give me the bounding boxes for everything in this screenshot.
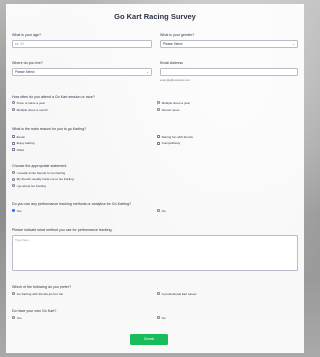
submit-button[interactable]: Submit [130, 334, 168, 345]
option-label: Competitively [161, 141, 181, 146]
option-label: Racing fun with friends [161, 134, 193, 139]
email-input[interactable] [160, 68, 298, 76]
prefer-label: Which of the following do you prefer? [12, 285, 72, 289]
option-label: Exotic [16, 134, 26, 139]
survey-form-card: Go Kart Racing Survey What is your age? … [6, 4, 304, 353]
option-label: Multiple times a month [16, 107, 48, 112]
chevron-down-icon: ⌄ [146, 70, 149, 74]
location-select[interactable]: Please Select ⌄ [12, 68, 152, 76]
radio-button[interactable] [157, 316, 161, 320]
checkbox[interactable] [12, 148, 16, 152]
email-label: Email Address [160, 61, 183, 65]
location-select-value: Please Select [15, 70, 35, 74]
option-label: Multiple times a year [161, 100, 190, 105]
option-label: Almost never [161, 107, 180, 112]
radio-button[interactable] [12, 184, 16, 188]
radio-button[interactable] [12, 177, 16, 181]
option-label: I go alone Go Karting [16, 183, 46, 188]
checkbox[interactable] [12, 141, 16, 145]
option-label: Enjoy karting [16, 141, 35, 146]
option-label: A professional kart career [161, 291, 197, 296]
performance-label: Do you use any performance tracking meth… [12, 202, 132, 206]
gender-label: What is your gender? [160, 33, 195, 37]
gender-select-value: Please Select [163, 42, 183, 46]
option-label: Yes [16, 315, 22, 320]
option-label: No [161, 208, 166, 213]
statement-label: Choose the appropriate statement. [12, 164, 68, 168]
radio-button[interactable] [157, 209, 161, 213]
option-label: No [161, 315, 166, 320]
option-label: Once or twice a year [16, 100, 45, 105]
option-label: I usually invite friends to Go Karting [16, 170, 66, 175]
checkbox[interactable] [157, 141, 161, 145]
form-title: Go Kart Racing Survey [114, 12, 196, 21]
checkbox[interactable] [12, 135, 16, 139]
option-label: Other [16, 147, 25, 152]
radio-button-selected[interactable] [12, 209, 16, 213]
age-input[interactable]: ex: 23 [12, 40, 152, 48]
radio-button[interactable] [12, 101, 16, 105]
option-label: Go Karting with friends just for fun [16, 291, 64, 296]
age-label: What is your age? [12, 33, 41, 37]
reasons-label: What is the main reason for you to go Ka… [12, 127, 87, 131]
option-label: My friends usually invite me to Go Karti… [16, 177, 74, 182]
radio-button[interactable] [12, 108, 16, 112]
checkbox[interactable] [157, 135, 161, 139]
radio-button[interactable] [12, 316, 16, 320]
method-textarea[interactable]: Type here... [12, 235, 298, 271]
radio-button[interactable] [157, 108, 161, 112]
chevron-down-icon: ⌄ [292, 42, 295, 46]
gender-select[interactable]: Please Select ⌄ [160, 40, 298, 48]
radio-button[interactable] [157, 292, 161, 296]
own-kart-label: Do have your own Go Kart? [12, 309, 57, 313]
email-sublabel: example@example.com [160, 77, 191, 82]
frequency-label: How often do you attend a Go Kart sessio… [12, 95, 95, 99]
radio-button[interactable] [12, 292, 16, 296]
radio-button[interactable] [157, 101, 161, 105]
location-label: Where do you live? [12, 61, 43, 65]
radio-button[interactable] [12, 171, 16, 175]
method-label: Please indicate what method you use for … [12, 228, 113, 232]
option-label: Yes [16, 208, 22, 213]
